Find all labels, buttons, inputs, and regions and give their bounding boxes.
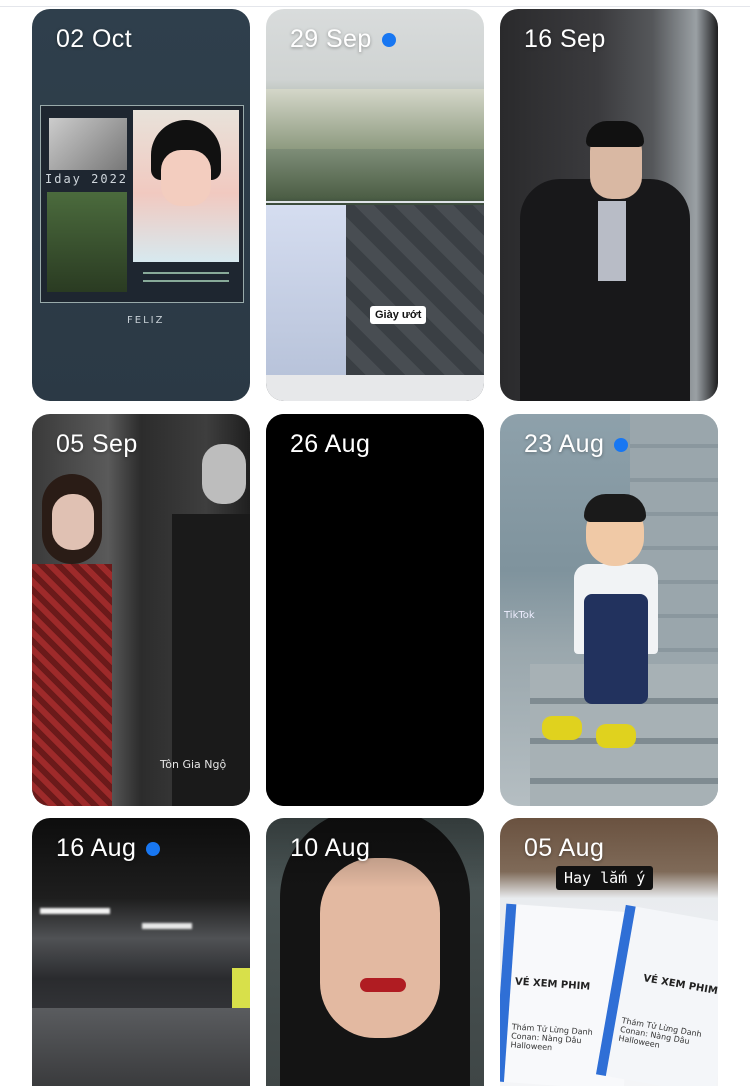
collage-photo [49,118,127,170]
shirt-area [266,205,346,375]
story-tile-26-aug[interactable]: 26 Aug [266,414,484,806]
story-tile-05-sep[interactable]: Tôn Gia Ngộ 05 Sep [32,414,250,806]
story-tile-16-sep[interactable]: 16 Sep [500,9,718,401]
story-date: 02 Oct [56,25,133,53]
light-streak [142,923,192,929]
story-tile-02-oct[interactable]: Iday 2022 FELIZ 02 Oct [32,9,250,401]
new-indicator-dot [614,437,629,452]
sticker-text: Giày ướt [370,306,427,324]
light-streak [40,908,110,914]
hair-area [584,494,646,522]
tiled-floor [346,205,484,375]
story-date: 29 Sep [290,25,396,54]
ticket-movie: Thám Tử Lừng Danh Conan: Nàng Dâu Hallow… [617,1015,703,1050]
story-date: 16 Aug [56,834,161,863]
photo-bottom [266,375,484,401]
overalls-area [584,594,648,704]
story-tile-10-aug[interactable]: 10 Aug [266,818,484,1086]
story-date: 26 Aug [290,430,371,458]
tiktok-watermark: TikTok [504,610,535,621]
shoe-right [596,724,636,748]
new-indicator-dot [381,32,396,47]
ticket-title: VÉ XEM PHIM [514,976,591,993]
shoe-left [542,716,582,740]
story-tile-05-aug[interactable]: VÉ XEM PHIM Thám Tử Lừng Danh Conan: Nàn… [500,818,718,1086]
hair-area [586,121,644,147]
feliz-logo: FELIZ [127,315,165,326]
shirt-area [598,201,626,281]
story-tile-16-aug[interactable]: 16 Aug [32,818,250,1086]
face-area [52,494,94,550]
story-date: 05 Aug [524,834,605,862]
story-date: 05 Sep [56,430,138,458]
story-tile-23-aug[interactable]: TikTok 23 Aug [500,414,718,806]
collage-selfie [133,110,239,262]
building-scene [266,89,484,149]
lips [360,978,406,992]
story-date: 10 Aug [290,834,371,862]
road-area [32,1008,250,1086]
new-indicator-dot [146,841,161,856]
collage-frame: Iday 2022 [40,105,244,303]
story-thumbnail [266,414,484,806]
story-tile-29-sep[interactable]: Giày ướt 29 Sep [266,9,484,401]
collage-photo [47,192,127,292]
ticket-title: VÉ XEM PHIM [642,973,718,998]
caption-text: Hay lắm ý [556,866,654,890]
ticket-movie: Thám Tử Lừng Danh Conan: Nàng Dâu Hallow… [510,1022,594,1053]
story-date: 16 Sep [524,25,606,53]
person-name: Tôn Gia Ngộ [160,758,227,771]
collage-text: Iday 2022 [45,172,129,186]
story-archive-grid: Iday 2022 FELIZ 02 Oct Giày ướt 29 Sep 1… [0,0,750,1086]
photo-split [266,201,484,203]
story-date: 23 Aug [524,430,629,459]
collage-caption-lines [133,266,239,296]
plaid-shirt [32,564,112,806]
face-area [202,444,246,504]
